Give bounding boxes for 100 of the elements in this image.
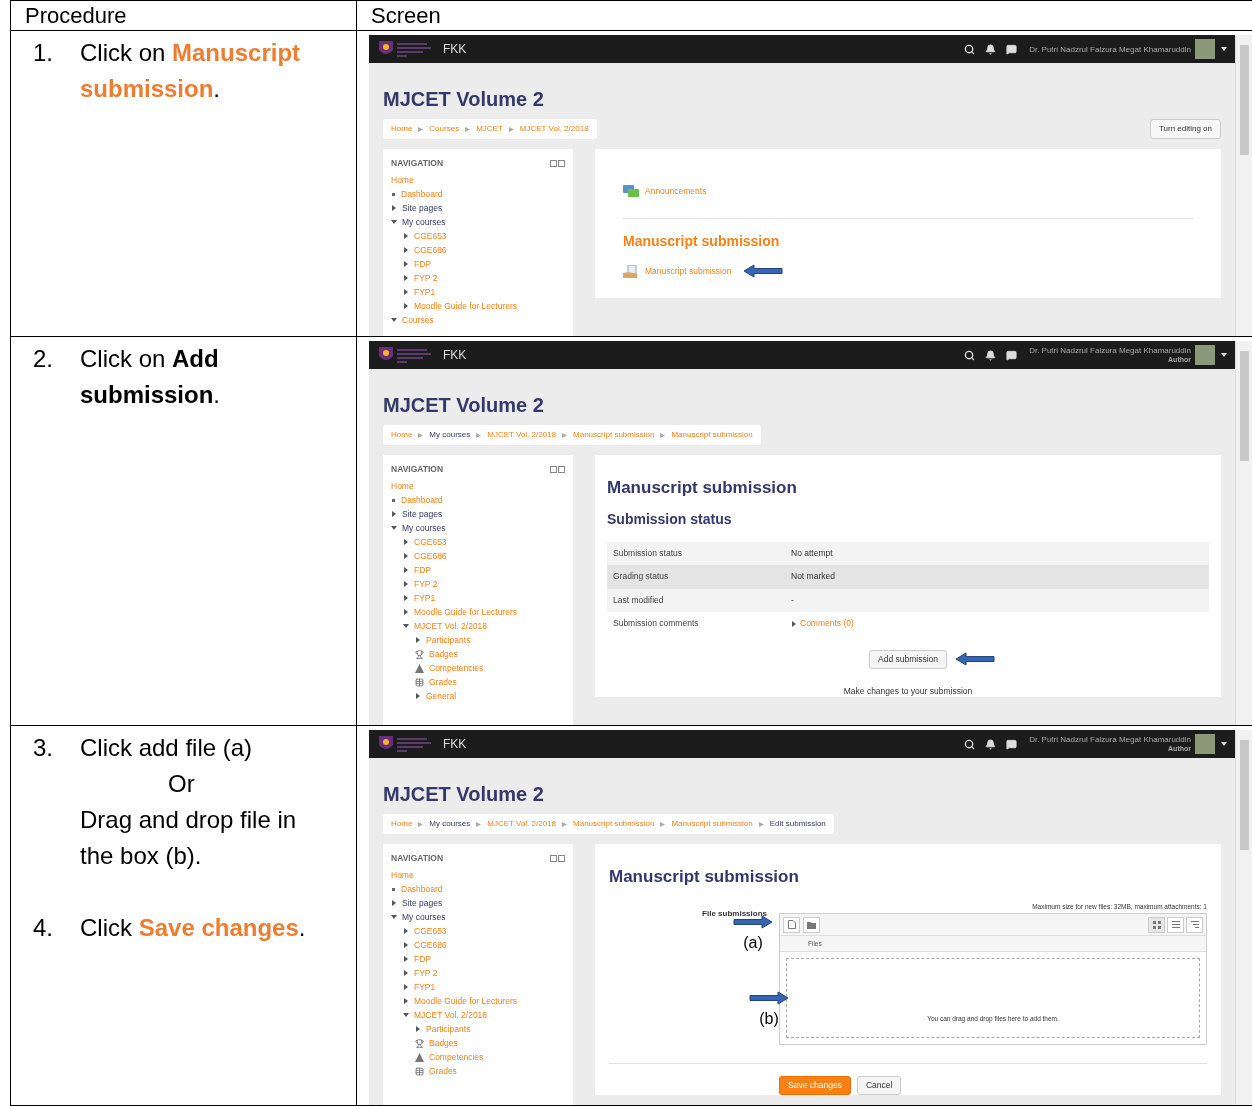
nav-link[interactable]: Moodle Guide for Lecturers — [414, 605, 517, 619]
triangle-icon[interactable] — [403, 553, 409, 559]
triangle-icon[interactable] — [391, 317, 397, 323]
bell-icon[interactable] — [985, 349, 997, 361]
collapse-icon[interactable] — [550, 465, 557, 473]
scrollbar[interactable] — [1235, 341, 1252, 725]
triangle-icon[interactable] — [391, 205, 397, 211]
triangle-icon[interactable] — [403, 233, 409, 239]
nav-link[interactable]: FYP1 — [414, 980, 436, 994]
nav-label[interactable]: Site pages — [402, 896, 443, 910]
nav-link[interactable]: FYP 2 — [414, 271, 438, 285]
nav-label[interactable]: My courses — [402, 521, 446, 535]
activity-link[interactable]: Manuscript submission — [645, 264, 732, 278]
triangle-icon[interactable] — [403, 595, 409, 601]
site-name[interactable]: FKK — [443, 346, 467, 364]
nav-link[interactable]: Courses — [402, 313, 434, 327]
nav-link[interactable]: Home — [391, 868, 414, 882]
triangle-icon[interactable] — [403, 261, 409, 267]
search-icon[interactable] — [964, 738, 976, 750]
breadcrumb-link[interactable]: MJCET Vol. 2/2018 — [487, 818, 557, 830]
nav-link[interactable]: Dashboard — [401, 187, 443, 201]
triangle-icon[interactable] — [403, 581, 409, 587]
breadcrumb-link[interactable]: Manuscript submission — [573, 818, 655, 830]
secondary-button[interactable]: Cancel — [856, 1076, 902, 1096]
nav-link[interactable]: Participants — [426, 633, 471, 647]
triangle-icon[interactable] — [791, 620, 797, 627]
nav-link[interactable]: Dashboard — [401, 493, 443, 507]
list-view-button[interactable] — [1167, 916, 1184, 933]
nav-link[interactable]: Moodle Guide for Lecturers — [414, 299, 517, 313]
triangle-icon[interactable] — [391, 511, 397, 517]
nav-link[interactable]: FDP — [414, 563, 431, 577]
bell-icon[interactable] — [985, 43, 997, 55]
nav-link[interactable]: CGE653 — [414, 535, 447, 549]
triangle-icon[interactable] — [391, 525, 397, 531]
nav-link[interactable]: FYP 2 — [414, 966, 438, 980]
triangle-icon[interactable] — [403, 984, 409, 990]
nav-link[interactable]: MJCET Vol. 2/2018 — [414, 619, 488, 633]
nav-link[interactable]: FDP — [414, 952, 431, 966]
triangle-icon[interactable] — [403, 970, 409, 976]
breadcrumb-link[interactable]: Manuscript submission — [573, 429, 655, 441]
triangle-icon[interactable] — [403, 998, 409, 1004]
caret-icon[interactable] — [1221, 47, 1227, 51]
nav-link[interactable]: Moodle Guide for Lecturers — [414, 994, 517, 1008]
breadcrumb-link[interactable]: MJCET Vol. 2/2018 — [519, 123, 589, 135]
triangle-icon[interactable] — [415, 637, 421, 643]
nav-link[interactable]: CGE653 — [414, 229, 447, 243]
nav-link[interactable]: FYP 2 — [414, 577, 438, 591]
breadcrumb-link[interactable]: Home — [391, 818, 413, 830]
triangle-icon[interactable] — [391, 914, 397, 920]
dock-icon[interactable] — [558, 465, 565, 473]
triangle-icon[interactable] — [403, 303, 409, 309]
triangle-icon[interactable] — [403, 275, 409, 281]
breadcrumb-link[interactable]: Home — [391, 429, 413, 441]
triangle-icon[interactable] — [403, 289, 409, 295]
breadcrumb-link[interactable]: Manuscript submission — [671, 429, 753, 441]
breadcrumb-link[interactable]: MJCET — [476, 123, 503, 135]
triangle-icon[interactable] — [403, 942, 409, 948]
collapse-icon[interactable] — [550, 854, 557, 862]
nav-label[interactable]: Site pages — [402, 201, 443, 215]
breadcrumb-link[interactable]: Home — [391, 123, 413, 135]
nav-link[interactable]: Home — [391, 173, 414, 187]
tree-view-button[interactable] — [1186, 916, 1203, 933]
create-folder-button[interactable] — [803, 916, 820, 933]
caret-icon[interactable] — [1221, 742, 1227, 746]
nav-label[interactable]: My courses — [402, 910, 446, 924]
turn-editing-on-button[interactable]: Turn editing on — [1149, 119, 1221, 139]
comments-link[interactable]: Comments (0) — [800, 617, 854, 631]
search-icon[interactable] — [964, 43, 976, 55]
nav-link[interactable]: Grades — [429, 675, 457, 689]
nav-label[interactable]: Site pages — [402, 507, 443, 521]
nav-label[interactable]: My courses — [402, 215, 446, 229]
triangle-icon[interactable] — [403, 567, 409, 573]
triangle-icon[interactable] — [415, 693, 421, 699]
triangle-icon[interactable] — [403, 928, 409, 934]
add-submission-button[interactable]: Add submission — [869, 649, 947, 669]
nav-link[interactable]: FDP — [414, 257, 431, 271]
bell-icon[interactable] — [985, 738, 997, 750]
nav-link[interactable]: Dashboard — [401, 882, 443, 896]
triangle-icon[interactable] — [391, 219, 397, 225]
primary-button[interactable]: Save changes — [779, 1076, 851, 1096]
triangle-icon[interactable] — [403, 623, 409, 629]
icon-view-button[interactable] — [1148, 916, 1165, 933]
site-name[interactable]: FKK — [443, 735, 467, 753]
triangle-icon[interactable] — [403, 247, 409, 253]
triangle-icon[interactable] — [403, 539, 409, 545]
nav-link[interactable]: Grades — [429, 1064, 457, 1078]
chat-icon[interactable] — [1006, 43, 1018, 55]
breadcrumb-link[interactable]: Manuscript submission — [671, 818, 753, 830]
user-name[interactable]: Dr. Putri Nadzrul Faizura Megat Khamaruddin — [1029, 44, 1191, 54]
nav-link[interactable]: FYP1 — [414, 591, 436, 605]
nav-link[interactable]: CGE686 — [414, 938, 447, 952]
nav-link[interactable]: Badges — [429, 647, 458, 661]
nav-link[interactable]: FYP1 — [414, 285, 436, 299]
nav-link[interactable]: Competencies — [429, 1050, 484, 1064]
nav-link[interactable]: General — [426, 689, 457, 703]
nav-link[interactable]: Participants — [426, 1022, 471, 1036]
scrollbar[interactable] — [1235, 730, 1252, 1105]
dock-icon[interactable] — [558, 854, 565, 862]
triangle-icon[interactable] — [415, 1026, 421, 1032]
breadcrumb-link[interactable]: MJCET Vol. 2/2018 — [487, 429, 557, 441]
